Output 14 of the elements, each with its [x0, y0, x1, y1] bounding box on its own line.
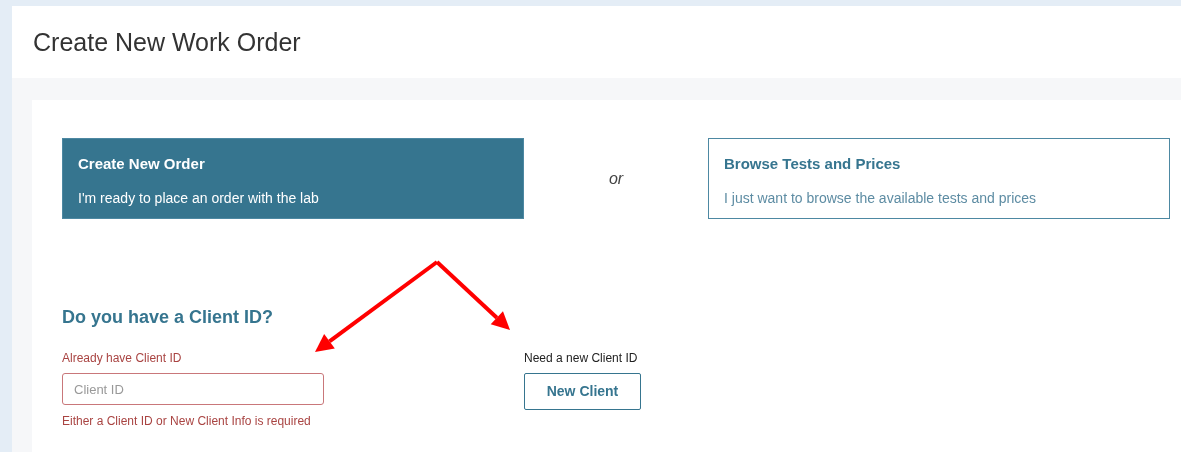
- field-label: Already have Client ID: [62, 350, 183, 367]
- client-id-field[interactable]: Client ID: [62, 373, 324, 405]
- option-description: I'm ready to place an order with the lab: [78, 188, 320, 208]
- new-client-button[interactable]: New Client: [524, 373, 641, 410]
- button-label: Need a new Client ID: [524, 350, 639, 367]
- option-title: Browse Tests and Prices: [724, 154, 902, 174]
- page-title: Create New Work Order: [33, 27, 301, 57]
- option-card[interactable]: Create New Order I'm ready to place an order with the lab: [62, 138, 524, 219]
- error-message: Either a Client ID or New Client Info is required: [62, 413, 312, 430]
- separator-text: or: [608, 169, 624, 187]
- option-card[interactable]: Browse Tests and Prices I just want to browse the available tests and prices: [708, 138, 1170, 219]
- option-description: I just want to browse the available tests and prices: [724, 188, 1038, 208]
- option-title: Create New Order: [78, 154, 206, 174]
- section-heading: Do you have a Client ID?: [62, 306, 275, 329]
